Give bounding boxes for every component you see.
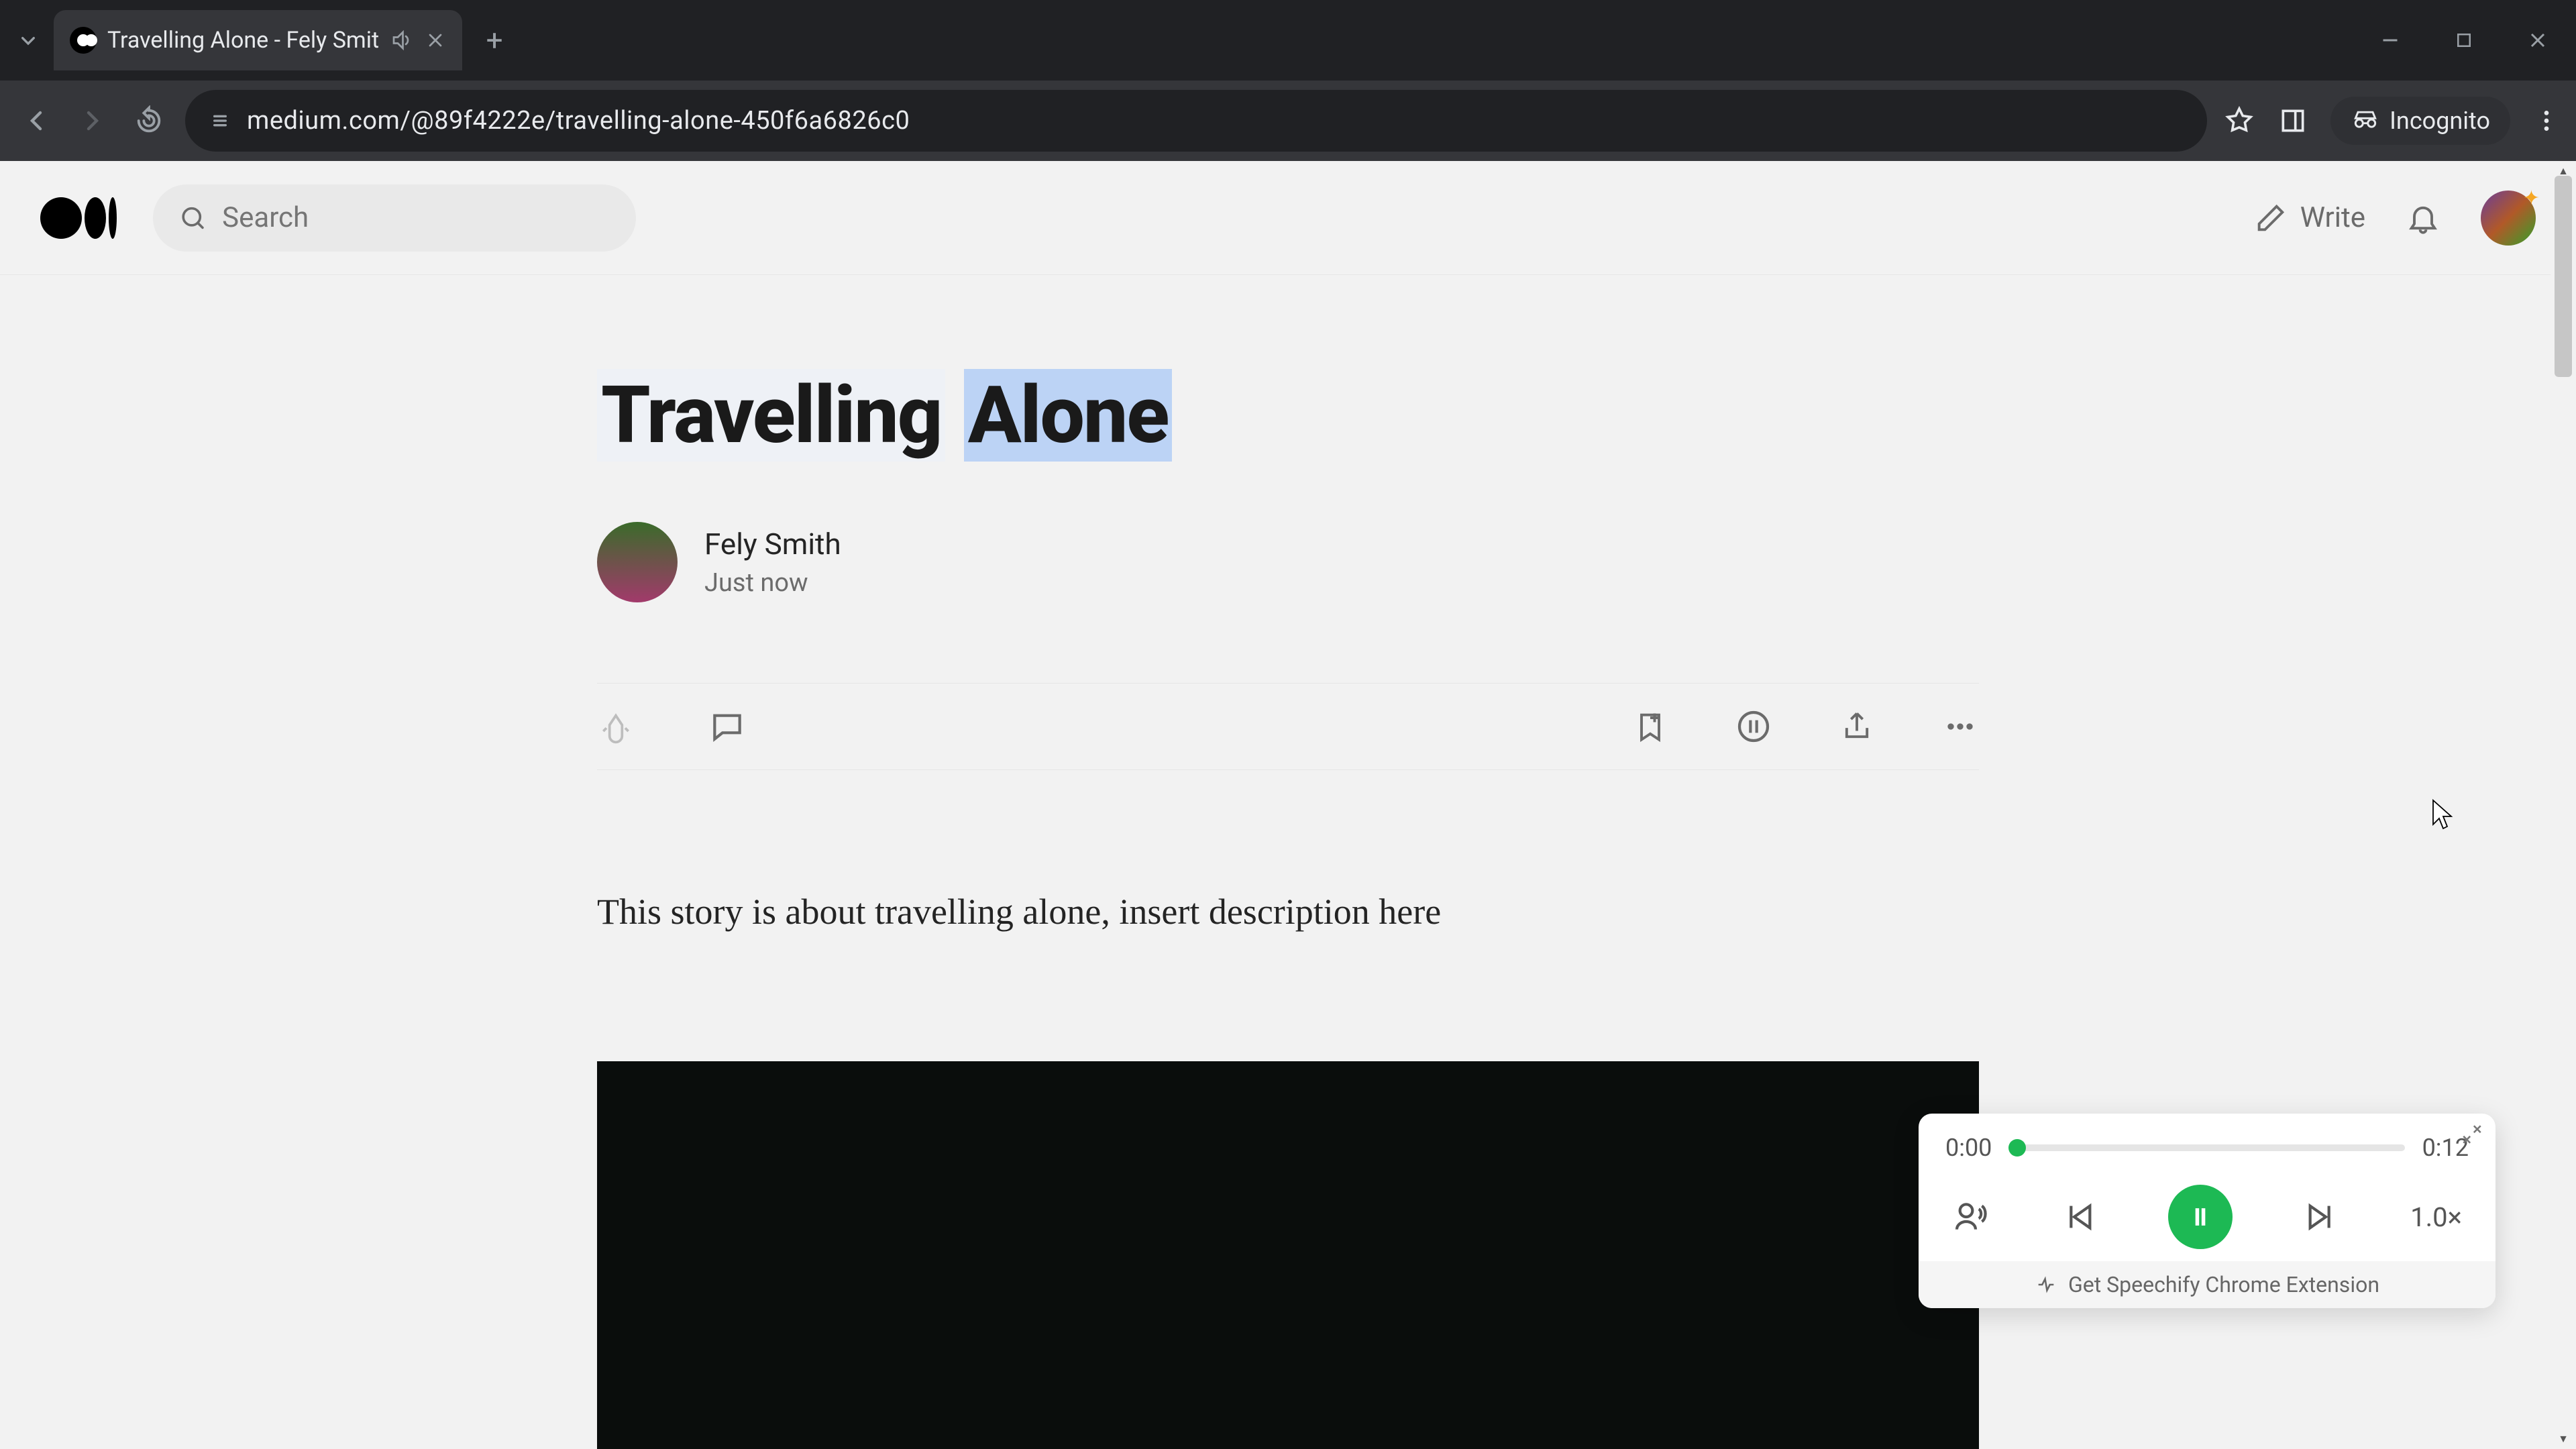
user-avatar[interactable] xyxy=(2481,191,2536,246)
comment-icon[interactable] xyxy=(708,708,746,745)
page-scrollbar[interactable]: ▲ ▼ xyxy=(2551,161,2576,1449)
player-prev-icon[interactable] xyxy=(2060,1198,2098,1236)
new-tab-button[interactable]: + xyxy=(474,20,515,60)
window-maximize[interactable] xyxy=(2447,23,2481,57)
browser-tab-active[interactable]: Travelling Alone - Fely Smit xyxy=(54,10,462,70)
scroll-down-icon[interactable]: ▼ xyxy=(2555,1430,2572,1448)
window-close[interactable] xyxy=(2521,23,2555,57)
tab-close-icon[interactable] xyxy=(425,30,446,51)
player-promo[interactable]: Get Speechify Chrome Extension xyxy=(1919,1261,2496,1308)
notifications-icon[interactable] xyxy=(2406,201,2440,235)
player-promo-text: Get Speechify Chrome Extension xyxy=(2068,1272,2379,1297)
article-paragraph: This story is about travelling alone, in… xyxy=(597,884,1979,941)
player-seek-thumb[interactable] xyxy=(2008,1139,2026,1157)
pause-circle-icon[interactable] xyxy=(1735,708,1772,745)
favicon-icon xyxy=(70,27,97,54)
scrollbar-thumb[interactable] xyxy=(2555,176,2572,377)
title-word-1: Travelling xyxy=(597,369,945,462)
nav-back[interactable] xyxy=(16,101,56,141)
author-name[interactable]: Fely Smith xyxy=(704,527,841,561)
share-icon[interactable] xyxy=(1839,709,1874,744)
title-word-2-highlighted: Alone xyxy=(964,369,1173,462)
site-settings-icon[interactable] xyxy=(207,107,233,134)
site-header: Write xyxy=(0,161,2576,275)
player-speed[interactable]: 1.0× xyxy=(2410,1201,2462,1233)
window-controls xyxy=(2373,23,2568,57)
player-pause-button[interactable] xyxy=(2168,1185,2233,1249)
search-input[interactable] xyxy=(222,201,610,234)
player-elapsed: 0:00 xyxy=(1945,1134,1992,1162)
nav-reload[interactable] xyxy=(129,101,169,141)
side-panel-icon[interactable] xyxy=(2278,106,2308,136)
address-bar[interactable]: medium.com/@89f4222e/travelling-alone-45… xyxy=(185,90,2207,152)
speechify-icon xyxy=(2035,1273,2057,1296)
url-text: medium.com/@89f4222e/travelling-alone-45… xyxy=(247,106,910,136)
author-byline: Fely Smith Just now xyxy=(597,522,1979,602)
browser-toolbar: medium.com/@89f4222e/travelling-alone-45… xyxy=(0,80,2576,161)
tab-audio-icon[interactable] xyxy=(390,28,414,52)
nav-forward[interactable] xyxy=(72,101,113,141)
author-avatar[interactable] xyxy=(597,522,678,602)
player-next-icon[interactable] xyxy=(2302,1198,2340,1236)
browser-tab-strip: Travelling Alone - Fely Smit + xyxy=(0,0,2576,80)
write-label: Write xyxy=(2300,201,2365,234)
article-hero-image xyxy=(597,1061,1979,1449)
search-icon xyxy=(178,202,207,234)
tab-search-dropdown[interactable] xyxy=(8,20,48,60)
bookmark-add-icon[interactable] xyxy=(1633,709,1668,744)
page-content: Write Travelling Alone Fely Smith Just n… xyxy=(0,161,2576,1449)
chevron-down-icon xyxy=(15,27,42,54)
clap-icon[interactable] xyxy=(597,708,635,745)
player-voice-icon[interactable] xyxy=(1952,1198,1990,1236)
article-title: Travelling Alone xyxy=(597,369,1172,462)
incognito-label: Incognito xyxy=(2390,107,2490,135)
article-action-bar xyxy=(597,683,1979,770)
mouse-cursor-icon xyxy=(2431,798,2455,830)
window-minimize[interactable] xyxy=(2373,23,2407,57)
bookmark-star-icon[interactable] xyxy=(2223,105,2255,137)
write-button[interactable]: Write xyxy=(2253,201,2365,235)
audio-player: 0:00 0:12 1.0× Get Speechify Chrome Exte… xyxy=(1919,1114,2496,1308)
browser-menu-icon[interactable] xyxy=(2533,107,2560,134)
player-collapse-icon[interactable] xyxy=(2461,1123,2483,1146)
publish-time: Just now xyxy=(704,568,841,598)
incognito-indicator[interactable]: Incognito xyxy=(2330,97,2510,145)
medium-logo[interactable] xyxy=(40,197,117,239)
write-icon xyxy=(2253,201,2288,235)
search-box[interactable] xyxy=(153,184,636,252)
more-icon[interactable] xyxy=(1941,708,1979,745)
player-seek-track[interactable] xyxy=(2009,1144,2404,1151)
article: Travelling Alone Fely Smith Just now Thi… xyxy=(597,275,1979,1449)
incognito-icon xyxy=(2351,106,2380,136)
tab-title: Travelling Alone - Fely Smit xyxy=(107,27,379,54)
